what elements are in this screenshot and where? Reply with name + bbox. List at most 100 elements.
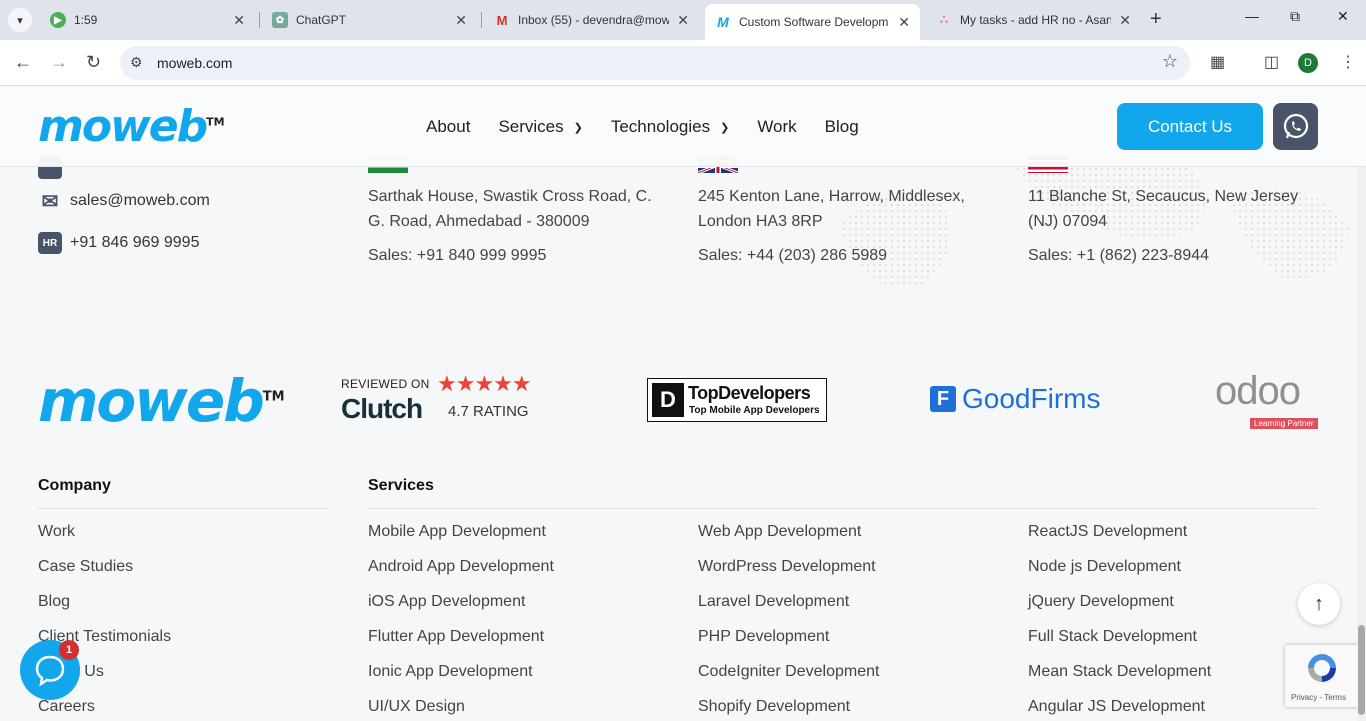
odoo-logo[interactable]: odoo	[1215, 369, 1301, 414]
topdevelopers-badge[interactable]: D TopDevelopers Top Mobile App Developer…	[647, 378, 827, 422]
recaptcha-links[interactable]: Privacy - Terms	[1291, 693, 1346, 702]
office-address-uk: 245 Kenton Lane, Harrow, Middlesex, Lond…	[698, 188, 965, 230]
service-link[interactable]: Full Stack Development	[1028, 628, 1197, 646]
play-icon: ▶	[50, 12, 66, 28]
close-tab-icon[interactable]: ✕	[677, 12, 689, 29]
service-link[interactable]: jQuery Development	[1028, 593, 1174, 611]
site-settings-icon[interactable]: ⚙	[130, 54, 143, 71]
minimize-icon[interactable]: —	[1245, 8, 1259, 24]
service-link[interactable]: Laravel Development	[698, 593, 849, 611]
chevron-down-icon: ❯	[573, 121, 583, 134]
office-sales-uk[interactable]: Sales: +44 (203) 286 5989	[698, 247, 887, 265]
service-link[interactable]: iOS App Development	[368, 593, 525, 611]
footer-link-careers[interactable]: Careers	[38, 698, 95, 716]
footer-logo-tm: TM	[262, 389, 285, 405]
clutch-logo[interactable]: Clutch	[341, 393, 423, 425]
email-contact[interactable]: ✉ sales@moweb.com	[38, 190, 210, 213]
nav-label: About	[426, 117, 471, 136]
tab-1[interactable]: ▶ 1:59 ✕	[40, 6, 255, 34]
tab-title: Inbox (55) - devendra@mow	[518, 13, 670, 27]
bookmark-star-icon[interactable]: ☆	[1162, 51, 1178, 72]
contact-us-button[interactable]: Contact Us	[1117, 103, 1263, 150]
footer-logo-text: moweb	[38, 367, 265, 435]
mail-icon: ✉	[41, 190, 59, 213]
office-sales-india[interactable]: Sales: +91 840 999 9995	[368, 247, 546, 265]
recaptcha-badge[interactable]: Privacy - Terms	[1285, 645, 1360, 707]
scrollbar-thumb[interactable]	[1358, 625, 1365, 715]
moweb-logo[interactable]: mowebTM	[38, 101, 225, 152]
service-link[interactable]: Mobile App Development	[368, 523, 546, 541]
badges-row: mowebTM REVIEWED ON ★★★★★ Clutch 4.7 RAT…	[0, 367, 1366, 437]
service-link[interactable]: Shopify Development	[698, 698, 850, 716]
url-text[interactable]: moweb.com	[157, 55, 232, 71]
rating-stars-icon: ★★★★★	[437, 371, 532, 396]
footer-link-work[interactable]: Work	[38, 523, 75, 541]
web-page: mowebTM About Services ❯ Technologies ❯ Wo…	[0, 87, 1366, 721]
clutch-reviewed-label: REVIEWED ON	[341, 377, 430, 391]
office-sales-us[interactable]: Sales: +1 (862) 223-8944	[1028, 247, 1209, 265]
service-link[interactable]: Node js Development	[1028, 558, 1181, 576]
footer-link-case-studies[interactable]: Case Studies	[38, 558, 133, 576]
tab-title: 1:59	[74, 13, 98, 27]
tab-2[interactable]: ✿ ChatGPT ✕	[262, 6, 477, 34]
tab-5[interactable]: ∴ My tasks - add HR no - Asan ✕	[926, 6, 1141, 34]
arrow-up-icon: ↑	[1314, 592, 1324, 615]
office-address-us: 11 Blanche St, Secaucus, New Jersey (NJ)…	[1028, 188, 1299, 230]
topdevelopers-subtitle: Top Mobile App Developers	[689, 405, 820, 416]
back-icon[interactable]: ←	[14, 52, 32, 73]
whatsapp-button[interactable]	[1273, 103, 1318, 150]
office-address-india: Sarthak House, Swastik Cross Road, C. G.…	[368, 188, 652, 230]
service-link[interactable]: Mean Stack Development	[1028, 663, 1211, 681]
goodfirms-badge[interactable]: F GoodFirms	[930, 383, 1100, 415]
nav-work[interactable]: Work	[757, 117, 796, 137]
browser-tab-bar: ▾ ▶ 1:59 ✕ ✿ ChatGPT ✕ M Inbox (55) - de…	[0, 0, 1366, 40]
tab-3[interactable]: M Inbox (55) - devendra@mow ✕	[484, 6, 699, 34]
company-divider	[38, 508, 328, 509]
forward-icon[interactable]: →	[50, 52, 68, 73]
logo-tm: TM	[206, 115, 225, 129]
topdevelopers-title: TopDevelopers	[688, 383, 811, 403]
tab-divider	[481, 12, 482, 28]
footer-moweb-logo[interactable]: mowebTM	[38, 367, 285, 435]
address-bar[interactable]: ⚙ moweb.com ☆	[120, 46, 1190, 80]
clutch-rating: 4.7 RATING	[448, 403, 529, 420]
service-link[interactable]: Flutter App Development	[368, 628, 544, 646]
nav-blog[interactable]: Blog	[825, 117, 859, 137]
nav-services[interactable]: Services ❯	[498, 117, 582, 137]
window-close-icon[interactable]: ✕	[1337, 8, 1349, 25]
service-link[interactable]: Ionic App Development	[368, 663, 533, 681]
service-link[interactable]: Angular JS Development	[1028, 698, 1205, 716]
company-heading: Company	[38, 477, 111, 494]
nav-about[interactable]: About	[426, 117, 470, 137]
profile-avatar[interactable]: D	[1298, 53, 1318, 73]
close-tab-icon[interactable]: ✕	[455, 12, 467, 29]
service-link[interactable]: Web App Development	[698, 523, 861, 541]
scroll-to-top-button[interactable]: ↑	[1298, 583, 1340, 625]
topdevelopers-d-icon: D	[652, 383, 684, 417]
hr-contact[interactable]: HR +91 846 969 9995	[38, 232, 199, 254]
service-link[interactable]: CodeIgniter Development	[698, 663, 879, 681]
nav-technologies[interactable]: Technologies ❯	[611, 117, 729, 137]
restore-icon[interactable]: ⧉	[1290, 8, 1300, 25]
tab-search-icon[interactable]: ▾	[8, 8, 32, 32]
page-scrollbar[interactable]	[1357, 87, 1366, 721]
odoo-learning-partner-tag: Learning Partner	[1250, 418, 1318, 429]
service-link[interactable]: Android App Development	[368, 558, 554, 576]
service-link[interactable]: ReactJS Development	[1028, 523, 1187, 541]
extensions-icon[interactable]: ▦	[1210, 52, 1225, 72]
service-link[interactable]: UI/UX Design	[368, 698, 465, 716]
service-link[interactable]: PHP Development	[698, 628, 829, 646]
side-panel-icon[interactable]: ◫	[1264, 52, 1279, 72]
footer-link-blog[interactable]: Blog	[38, 593, 70, 611]
logo-text: moweb	[38, 101, 208, 152]
chevron-down-icon: ❯	[720, 121, 730, 134]
close-tab-icon[interactable]: ✕	[1119, 12, 1131, 29]
tab-4[interactable]: M Custom Software Developm ✕	[705, 4, 920, 40]
menu-icon[interactable]: ⋮	[1340, 52, 1356, 72]
reload-icon[interactable]: ↻	[86, 52, 101, 73]
new-tab-icon[interactable]: +	[1150, 9, 1162, 29]
tab-title: My tasks - add HR no - Asan	[960, 13, 1112, 27]
close-tab-icon[interactable]: ✕	[898, 14, 910, 31]
service-link[interactable]: WordPress Development	[698, 558, 876, 576]
close-tab-icon[interactable]: ✕	[233, 12, 245, 29]
